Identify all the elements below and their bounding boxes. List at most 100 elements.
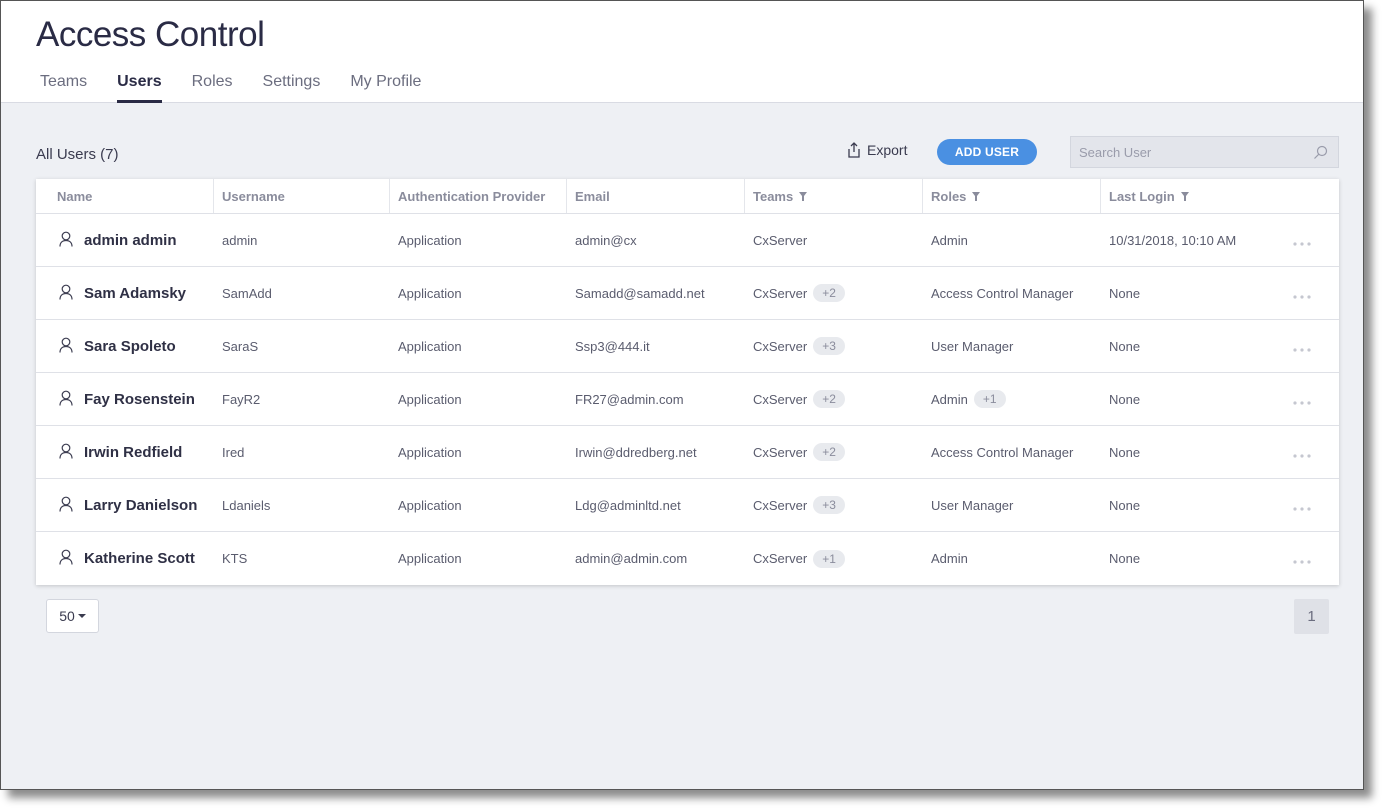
cell-teams: CxServer +3: [745, 337, 923, 355]
users-table: Name Username Authentication Provider Em…: [36, 179, 1339, 585]
team-count-badge[interactable]: +1: [813, 549, 845, 568]
tab-users[interactable]: Users: [117, 73, 163, 103]
user-full-name[interactable]: admin admin: [84, 232, 177, 249]
filter-icon[interactable]: [1180, 179, 1189, 214]
cell-auth-provider: Application: [398, 338, 462, 354]
search-icon[interactable]: [1313, 145, 1328, 160]
user-icon: [59, 496, 73, 515]
table-row[interactable]: Sam Adamsky SamAdd Application Samadd@samad…: [36, 267, 1339, 320]
more-icon[interactable]: [1293, 498, 1311, 516]
cell-auth-provider: Application: [398, 444, 462, 460]
tab-my-profile[interactable]: My Profile: [350, 73, 421, 103]
cell-name: Larry Danielson: [36, 496, 214, 515]
cell-email: admin@cx: [575, 232, 637, 248]
role-name: Admin: [931, 551, 968, 566]
role-count-badge[interactable]: +1: [973, 390, 1006, 408]
cell-name: Fay Rosenstein: [36, 390, 214, 409]
cell-teams: CxServer +1: [745, 549, 923, 568]
user-full-name[interactable]: Katherine Scott: [84, 550, 195, 567]
user-full-name[interactable]: Sam Adamsky: [84, 285, 186, 302]
cell-auth-provider: Application: [398, 232, 462, 248]
user-icon: [59, 390, 73, 409]
search-box: [1070, 136, 1339, 168]
team-name: CxServer: [753, 391, 808, 407]
column-header-roles[interactable]: Roles: [923, 179, 1101, 213]
page-size-select[interactable]: 50: [46, 599, 99, 633]
more-icon[interactable]: [1293, 233, 1311, 251]
user-full-name[interactable]: Fay Rosenstein: [84, 391, 195, 408]
table-row[interactable]: Katherine Scott KTS Application admin@admin…: [36, 532, 1339, 585]
team-count-badge[interactable]: +2: [813, 284, 845, 302]
user-full-name[interactable]: Irwin Redfield: [84, 444, 182, 461]
table-row[interactable]: Larry Danielson Ldaniels Application Ldg@ad…: [36, 479, 1339, 532]
cell-name: Sara Spoleto: [36, 337, 214, 356]
column-header-auth-provider[interactable]: Authentication Provider: [390, 179, 567, 213]
table-header: Name Username Authentication Provider Em…: [36, 179, 1339, 214]
team-count-badge[interactable]: +3: [813, 337, 845, 355]
list-title: All Users (7): [36, 146, 119, 163]
app-window: Access Control Teams Users Roles Setting…: [0, 0, 1364, 790]
cell-email: Ldg@adminltd.net: [575, 497, 681, 513]
cell-username: admin: [222, 232, 258, 248]
add-user-button[interactable]: ADD USER: [937, 139, 1037, 165]
column-header-teams[interactable]: Teams: [745, 179, 923, 213]
user-icon: [59, 231, 73, 250]
cell-email: Samadd@samadd.net: [575, 285, 705, 301]
more-icon[interactable]: [1293, 551, 1311, 569]
page-size-value: 50: [59, 608, 75, 624]
column-header-name[interactable]: Name: [36, 179, 214, 213]
tab-teams[interactable]: Teams: [40, 73, 87, 103]
cell-roles: Admin: [923, 233, 1101, 248]
tab-roles[interactable]: Roles: [192, 73, 233, 103]
column-header-label: Email: [575, 188, 610, 204]
team-count-badge[interactable]: +2: [813, 443, 845, 461]
column-header-email[interactable]: Email: [567, 179, 745, 213]
user-icon: [59, 284, 73, 303]
team-name: CxServer: [753, 444, 808, 460]
cell-auth-provider: Application: [398, 551, 462, 566]
user-icon: [59, 443, 73, 462]
chevron-down-icon: [77, 614, 86, 618]
table-row[interactable]: admin admin admin Application admin@cx CxSer…: [36, 214, 1339, 267]
table-row[interactable]: Fay Rosenstein FayR2 Application FR27@admin…: [36, 373, 1339, 426]
filter-icon[interactable]: [972, 179, 981, 214]
cell-name: Irwin Redfield: [36, 443, 214, 462]
cell-username: KTS: [222, 551, 248, 566]
column-header-label: Authentication Provider: [398, 188, 546, 204]
cell-email: Ssp3@444.it: [575, 338, 650, 354]
cell-teams: CxServer +2: [745, 390, 923, 408]
user-full-name[interactable]: Larry Danielson: [84, 497, 197, 514]
table-row[interactable]: Sara Spoleto SaraS Application Ssp3@444.it C…: [36, 320, 1339, 373]
tab-settings[interactable]: Settings: [263, 73, 321, 103]
team-name: CxServer: [753, 232, 808, 248]
column-header-label: Teams: [753, 188, 794, 204]
cell-teams: CxServer +2: [745, 284, 923, 302]
role-name: User Manager: [931, 338, 1014, 354]
search-input[interactable]: [1071, 137, 1301, 167]
more-icon[interactable]: [1293, 445, 1311, 463]
column-header-username[interactable]: Username: [214, 179, 390, 213]
user-full-name[interactable]: Sara Spoleto: [84, 338, 176, 355]
user-icon: [59, 549, 73, 568]
cell-roles: Access Control Manager: [923, 286, 1101, 301]
cell-username: Ldaniels: [222, 497, 271, 513]
page-button-1[interactable]: 1: [1294, 599, 1329, 634]
table-row[interactable]: Irwin Redfield Ired Application Irwin@ddred…: [36, 426, 1339, 479]
cell-username: FayR2: [222, 391, 261, 407]
more-icon[interactable]: [1293, 339, 1311, 357]
team-count-badge[interactable]: +3: [813, 496, 845, 514]
more-icon[interactable]: [1293, 392, 1311, 410]
column-header-last-login[interactable]: Last Login: [1101, 179, 1339, 213]
export-button[interactable]: Export: [847, 142, 907, 158]
more-icon[interactable]: [1293, 286, 1311, 304]
cell-name: Sam Adamsky: [36, 284, 214, 303]
cell-email: FR27@admin.com: [575, 391, 684, 407]
team-count-badge[interactable]: +2: [813, 390, 845, 408]
column-header-label: Username: [222, 188, 285, 204]
user-icon: [59, 337, 73, 356]
team-name: CxServer: [753, 497, 808, 513]
cell-roles: Admin +1: [923, 390, 1101, 408]
column-header-label: Roles: [931, 188, 967, 204]
cell-auth-provider: Application: [398, 497, 462, 513]
filter-icon[interactable]: [799, 179, 808, 214]
